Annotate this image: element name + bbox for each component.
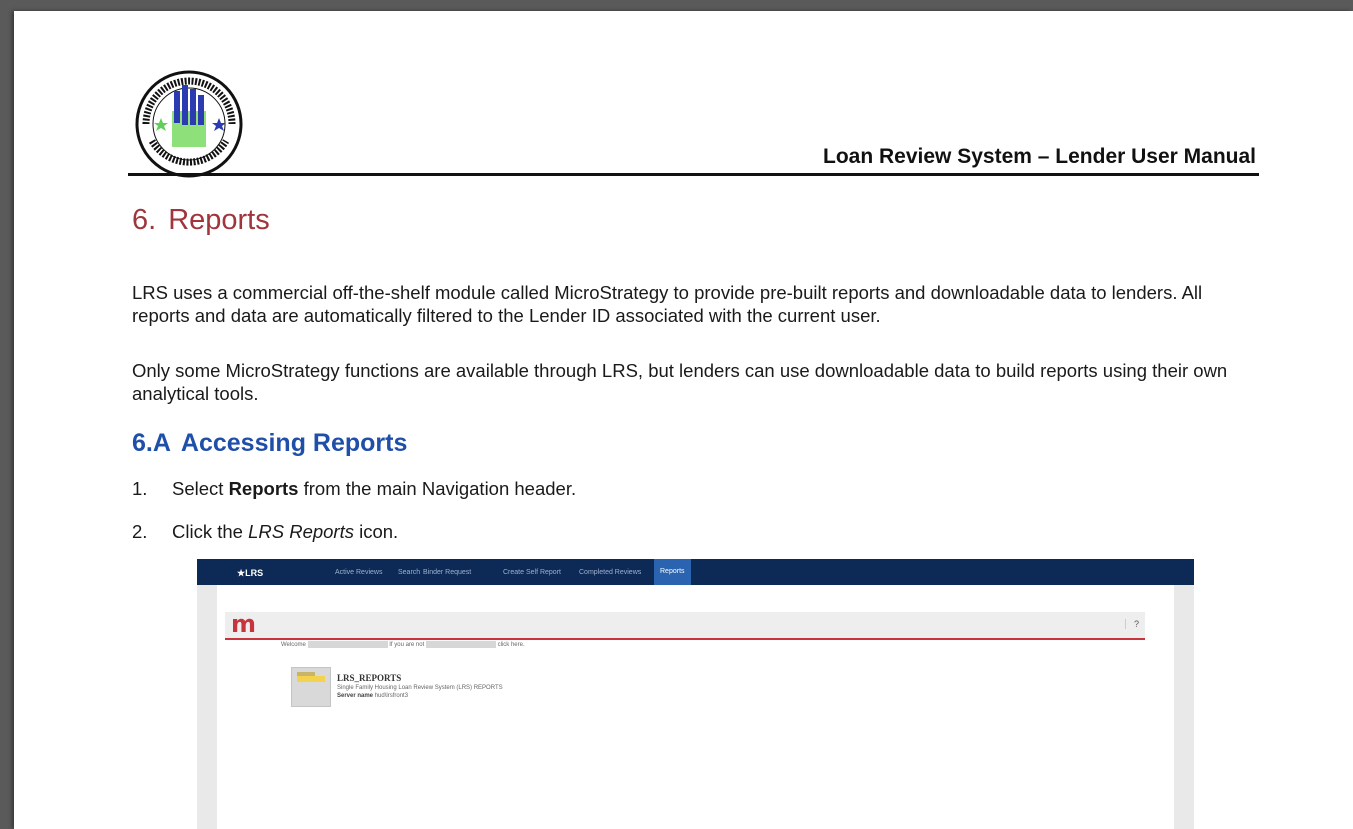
- server-value: hud\lrsfront3: [374, 693, 409, 699]
- report-title: LRS_REPORTS: [337, 673, 402, 683]
- nav-item-binder-request: Binder Request: [423, 569, 472, 576]
- lrs-brand: ★LRS: [237, 568, 264, 578]
- step-text-pre: Click the: [172, 521, 249, 542]
- nav-item-active-reviews: Active Reviews: [335, 569, 383, 576]
- document-page: Loan Review System – Lender User Manual …: [14, 11, 1353, 829]
- not-you-label: If you are not: [389, 642, 425, 649]
- report-server: Server name hud\lrsfront3: [337, 693, 408, 699]
- microstrategy-logo: m: [231, 610, 257, 638]
- nav-item-completed-reviews: Completed Reviews: [579, 569, 642, 576]
- paragraph-functions: Only some MicroStrategy functions are av…: [132, 360, 1228, 404]
- step-number: 2.: [132, 521, 148, 542]
- step-1: 1. Select Reports from the main Navigatio…: [132, 478, 576, 500]
- subsection-title: Accessing Reports: [180, 429, 408, 457]
- click-here-link: click here.: [497, 642, 525, 649]
- step-2: 2. Click the LRS Reports icon.: [132, 521, 398, 543]
- header-divider: [128, 173, 1259, 176]
- nav-item-reports: Reports: [654, 559, 691, 585]
- report-description: Single Family Housing Loan Review System…: [337, 685, 503, 691]
- manual-title: Loan Review System – Lender User Manual: [823, 145, 1256, 168]
- subsection-number: 6.A: [132, 429, 171, 457]
- step-italic: LRS Reports: [248, 521, 354, 542]
- microstrategy-toolbar: m ?: [225, 610, 1145, 640]
- embedded-screenshot: ★LRS Active Reviews Search Binder Reques…: [197, 559, 1194, 829]
- section-number: 6.: [132, 204, 157, 236]
- microstrategy-panel: m ? Welcome If you are not click here. L…: [217, 585, 1174, 829]
- lrs-nav-bar: ★LRS Active Reviews Search Binder Reques…: [197, 559, 1194, 585]
- redacted-user: [307, 641, 388, 648]
- hud-seal-logo: [135, 70, 243, 178]
- welcome-line: Welcome If you are not click here.: [281, 641, 525, 648]
- paragraph-intro: LRS uses a commercial off-the-shelf modu…: [132, 282, 1203, 326]
- step-number: 1.: [132, 478, 148, 499]
- nav-item-search: Search: [398, 569, 421, 576]
- step-bold: Reports: [228, 478, 299, 499]
- redacted-user: [425, 641, 496, 648]
- step-text-post: from the main Navigation header.: [298, 478, 577, 499]
- server-label: Server name: [337, 693, 374, 699]
- welcome-label: Welcome: [281, 642, 306, 649]
- section-heading: 6. Reports: [132, 204, 270, 237]
- step-text-post: icon.: [353, 521, 399, 542]
- step-text-pre: Select: [172, 478, 229, 499]
- lrs-reports-folder-icon: [291, 667, 331, 707]
- help-icon: ?: [1124, 619, 1139, 629]
- nav-item-create-self-report: Create Self Report: [503, 569, 561, 576]
- subsection-heading: 6.A Accessing Reports: [132, 429, 407, 458]
- section-title: Reports: [168, 204, 270, 236]
